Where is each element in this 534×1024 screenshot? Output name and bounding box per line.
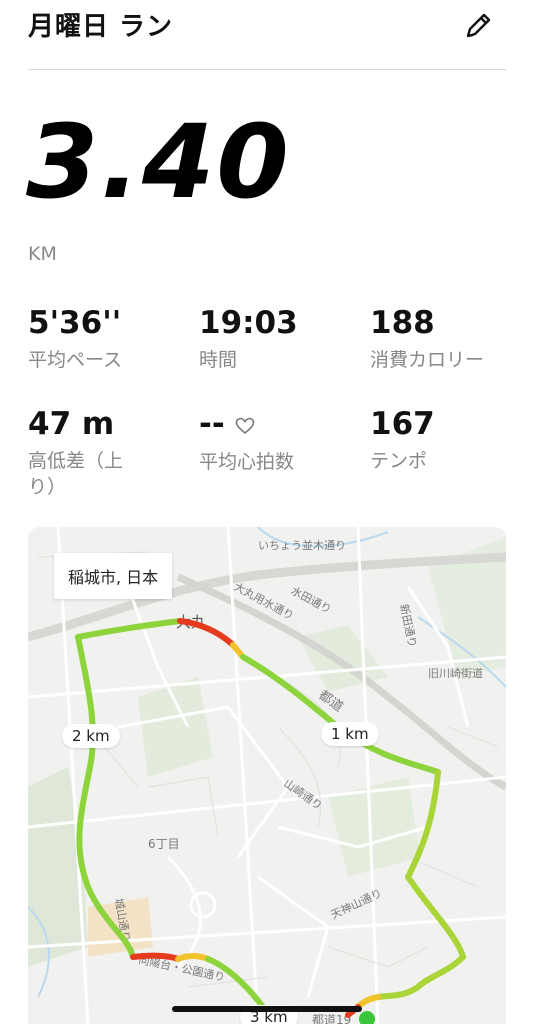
route-map[interactable]: いちょう並木通り 大丸 大丸用水通り 水田通り 新田通り 旧川崎街道 都道 山崎… xyxy=(28,527,506,1024)
place-label: 6丁目 xyxy=(148,837,180,851)
map-canvas: いちょう並木通り 大丸 大丸用水通り 水田通り 新田通り 旧川崎街道 都道 山崎… xyxy=(28,527,506,1024)
header-divider xyxy=(28,69,506,70)
activity-title: 月曜日 ラン xyxy=(28,12,174,42)
stat-label: 平均ペース xyxy=(28,349,123,371)
stat-label: テンポ xyxy=(370,450,428,472)
stat-value: 47 m xyxy=(28,406,115,442)
distance-unit: KM xyxy=(28,243,57,265)
stat-value: -- xyxy=(199,406,225,442)
street-label: いちょう並木通り xyxy=(258,538,346,552)
stat-value-row: -- xyxy=(199,409,294,441)
header: 月曜日 ラン xyxy=(0,0,534,70)
distance-value: 3.40 xyxy=(26,103,291,222)
stat-value: 19:03 xyxy=(199,305,298,341)
pencil-icon xyxy=(466,13,491,38)
location-label: 稲城市, 日本 xyxy=(54,553,173,599)
stat-calories: 188 消費カロリー xyxy=(370,308,484,374)
km-marker: 2 km xyxy=(62,724,120,748)
stat-cadence: 167 テンポ xyxy=(370,409,435,475)
stat-elevation: 47 m 高低差（上り） xyxy=(28,409,128,500)
stat-value: 188 xyxy=(370,305,435,341)
stat-value: 5'36'' xyxy=(28,305,122,341)
stat-label: 高低差（上り） xyxy=(28,450,124,498)
stat-label: 平均心拍数 xyxy=(199,451,295,473)
street-label: 旧川崎街道 xyxy=(428,666,483,680)
km-marker: 1 km xyxy=(321,722,379,746)
home-indicator[interactable] xyxy=(172,1006,362,1012)
stat-avg-pace: 5'36'' 平均ペース xyxy=(28,308,122,374)
stat-label: 時間 xyxy=(199,349,238,371)
heart-icon xyxy=(235,410,255,441)
stat-value: 167 xyxy=(370,406,435,442)
edit-button[interactable] xyxy=(460,8,496,44)
stat-heart-rate: -- 平均心拍数 xyxy=(199,409,294,476)
stat-duration: 19:03 時間 xyxy=(199,308,298,374)
stat-label: 消費カロリー xyxy=(370,349,485,371)
